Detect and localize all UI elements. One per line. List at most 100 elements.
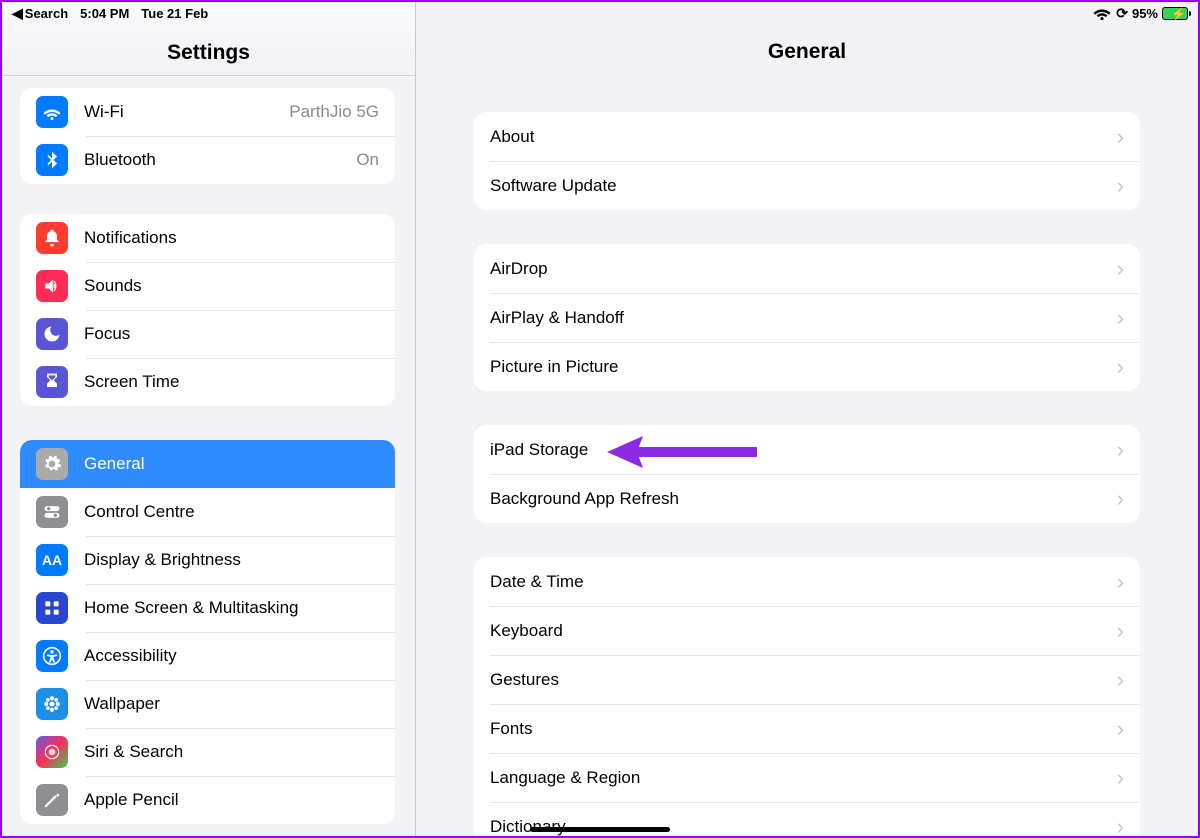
detail-item-label: iPad Storage (490, 440, 588, 460)
detail-item-label: Fonts (490, 719, 533, 739)
chevron-right-icon: › (1107, 618, 1124, 644)
status-time: 5:04 PM (80, 6, 129, 21)
wifi-status-icon (1092, 2, 1112, 25)
detail-item-software-update[interactable]: Software Update › (474, 161, 1140, 210)
sidebar-item-screen-time[interactable]: Screen Time (20, 358, 395, 406)
detail-item-label: AirDrop (490, 259, 548, 279)
bluetooth-icon (36, 144, 68, 176)
detail-group-about: About › Software Update › (474, 112, 1140, 210)
battery-pct: 95% (1132, 6, 1158, 21)
chevron-right-icon: › (1107, 173, 1124, 199)
sidebar-item-label: Wallpaper (84, 694, 160, 714)
chevron-right-icon: › (1107, 814, 1124, 837)
detail-item-label: Keyboard (490, 621, 563, 641)
detail-item-airplay[interactable]: AirPlay & Handoff › (474, 293, 1140, 342)
sidebar-item-label: Apple Pencil (84, 790, 179, 810)
status-date: Tue 21 Feb (141, 6, 208, 21)
sidebar-item-siri[interactable]: Siri & Search (20, 728, 395, 776)
detail-item-keyboard[interactable]: Keyboard › (474, 606, 1140, 655)
detail-group-airdrop: AirDrop › AirPlay & Handoff › Picture in… (474, 244, 1140, 391)
detail-item-pip[interactable]: Picture in Picture › (474, 342, 1140, 391)
switches-icon (36, 496, 68, 528)
sidebar-item-label: Accessibility (84, 646, 177, 666)
detail-pane: General About › Software Update › AirDro… (416, 2, 1198, 836)
sidebar-item-home-screen[interactable]: Home Screen & Multitasking (20, 584, 395, 632)
wifi-network-value: ParthJio 5G (289, 102, 379, 122)
detail-item-label: About (490, 127, 534, 147)
speaker-icon (36, 270, 68, 302)
sidebar-item-apple-pencil[interactable]: Apple Pencil (20, 776, 395, 824)
sidebar-item-label: Wi-Fi (84, 102, 124, 122)
sidebar-item-bluetooth[interactable]: Bluetooth On (20, 136, 395, 184)
back-caret-icon[interactable]: ◀ (12, 5, 23, 22)
chevron-right-icon: › (1107, 486, 1124, 512)
detail-item-label: Picture in Picture (490, 357, 619, 377)
chevron-right-icon: › (1107, 305, 1124, 331)
sidebar-item-label: Notifications (84, 228, 177, 248)
detail-item-fonts[interactable]: Fonts › (474, 704, 1140, 753)
detail-group-input: Date & Time › Keyboard › Gestures › Font… (474, 557, 1140, 836)
detail-item-language-region[interactable]: Language & Region › (474, 753, 1140, 802)
chevron-right-icon: › (1107, 569, 1124, 595)
sidebar-item-display[interactable]: AA Display & Brightness (20, 536, 395, 584)
detail-item-ipad-storage[interactable]: iPad Storage › (474, 425, 1140, 474)
detail-item-label: Background App Refresh (490, 489, 679, 509)
gear-icon (36, 448, 68, 480)
sidebar-item-label: Siri & Search (84, 742, 183, 762)
home-indicator (530, 827, 670, 832)
wifi-icon (36, 96, 68, 128)
status-bar: ◀ Search 5:04 PM Tue 21 Feb ⟳ 95% ⚡ (2, 2, 1198, 24)
chevron-right-icon: › (1107, 667, 1124, 693)
sidebar-item-wallpaper[interactable]: Wallpaper (20, 680, 395, 728)
siri-icon (36, 736, 68, 768)
flower-icon (36, 688, 68, 720)
chevron-right-icon: › (1107, 716, 1124, 742)
detail-item-about[interactable]: About › (474, 112, 1140, 161)
sidebar-item-label: Home Screen & Multitasking (84, 598, 298, 618)
sidebar-item-label: Bluetooth (84, 150, 156, 170)
detail-item-label: Gestures (490, 670, 559, 690)
pencil-icon (36, 784, 68, 816)
detail-title: General (768, 40, 846, 64)
sidebar-item-label: Focus (84, 324, 130, 344)
grid-icon (36, 592, 68, 624)
detail-item-label: AirPlay & Handoff (490, 308, 624, 328)
bluetooth-status-value: On (356, 150, 379, 170)
battery-icon: ⚡ (1162, 7, 1188, 20)
sidebar-item-label: Display & Brightness (84, 550, 241, 570)
sidebar-item-notifications[interactable]: Notifications (20, 214, 395, 262)
sidebar-item-accessibility[interactable]: Accessibility (20, 632, 395, 680)
sidebar-item-control-centre[interactable]: Control Centre (20, 488, 395, 536)
sidebar-item-label: General (84, 454, 144, 474)
sidebar-group-general: General Control Centre AA Display & Brig… (20, 440, 395, 824)
detail-group-storage: iPad Storage › Background App Refresh › (474, 425, 1140, 523)
detail-item-background-refresh[interactable]: Background App Refresh › (474, 474, 1140, 523)
detail-item-gestures[interactable]: Gestures › (474, 655, 1140, 704)
sidebar-item-label: Sounds (84, 276, 142, 296)
detail-item-date-time[interactable]: Date & Time › (474, 557, 1140, 606)
sidebar-item-wifi[interactable]: Wi-Fi ParthJio 5G (20, 88, 395, 136)
settings-sidebar: Settings Wi-Fi ParthJio 5G Bluetooth On … (2, 2, 416, 836)
bell-icon (36, 222, 68, 254)
chevron-right-icon: › (1107, 256, 1124, 282)
chevron-right-icon: › (1107, 354, 1124, 380)
chevron-right-icon: › (1107, 124, 1124, 150)
sidebar-item-focus[interactable]: Focus (20, 310, 395, 358)
detail-item-label: Software Update (490, 176, 617, 196)
sidebar-item-label: Screen Time (84, 372, 179, 392)
sidebar-item-general[interactable]: General (20, 440, 395, 488)
accessibility-icon (36, 640, 68, 672)
moon-icon (36, 318, 68, 350)
detail-item-label: Language & Region (490, 768, 640, 788)
hourglass-icon (36, 366, 68, 398)
back-app-label[interactable]: Search (25, 6, 68, 21)
sidebar-item-sounds[interactable]: Sounds (20, 262, 395, 310)
sidebar-item-label: Control Centre (84, 502, 195, 522)
chevron-right-icon: › (1107, 437, 1124, 463)
aa-icon: AA (36, 544, 68, 576)
chevron-right-icon: › (1107, 765, 1124, 791)
sidebar-group-notifications: Notifications Sounds Focus Screen Time (20, 214, 395, 406)
detail-item-airdrop[interactable]: AirDrop › (474, 244, 1140, 293)
sidebar-title: Settings (167, 41, 250, 65)
sidebar-group-connectivity: Wi-Fi ParthJio 5G Bluetooth On (20, 88, 395, 184)
